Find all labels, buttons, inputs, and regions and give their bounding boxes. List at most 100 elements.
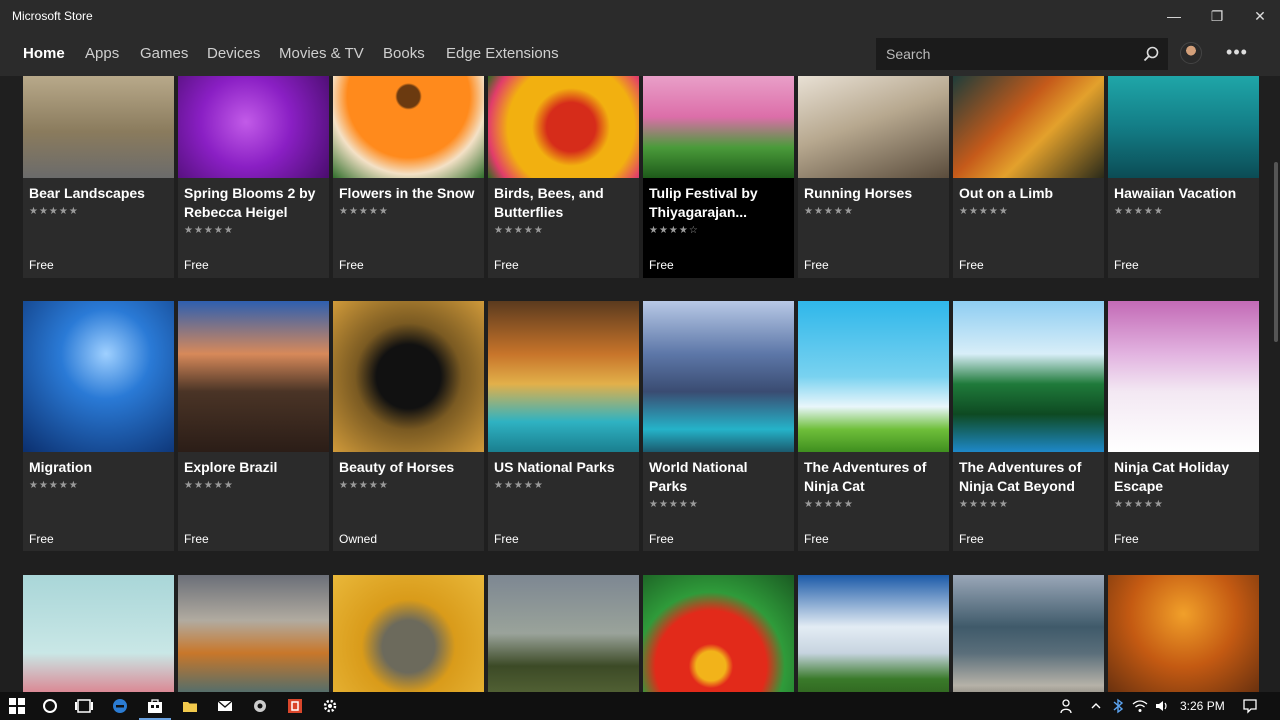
tile-price: Free	[184, 258, 209, 272]
product-tile[interactable]	[178, 575, 329, 692]
app-icon[interactable]	[250, 696, 270, 716]
rating-stars: ★★★★★	[29, 480, 79, 491]
tile-title: World National Parks	[649, 459, 748, 494]
tile-title: Beauty of Horses	[339, 459, 455, 475]
nav-home[interactable]: Home	[23, 45, 65, 62]
product-tile[interactable]: Birds, Bees, and Butterflies ★★★★★ Free	[488, 76, 639, 278]
start-icon[interactable]	[7, 696, 27, 716]
nav-edge-extensions[interactable]: Edge Extensions	[446, 45, 559, 62]
product-tile[interactable]: Spring Blooms 2 by Rebecca Heigel ★★★★★ …	[178, 76, 329, 278]
product-tile[interactable]: Migration ★★★★★ Free	[23, 301, 174, 551]
store-icon[interactable]	[139, 696, 171, 720]
tile-price: Free	[339, 258, 364, 272]
avatar[interactable]	[1180, 42, 1202, 64]
product-tile[interactable]: Ninja Cat Holiday Escape ★★★★★ Free	[1108, 301, 1259, 551]
tile-title: Tulip Festival by Thiyagarajan...	[649, 185, 758, 220]
navigation-bar: Home Apps Games Devices Movies & TV Book…	[0, 32, 1280, 76]
tile-price: Free	[29, 258, 54, 272]
search-box	[876, 38, 1168, 70]
nav-games[interactable]: Games	[140, 45, 188, 62]
more-options-icon[interactable]: •••	[1222, 41, 1252, 65]
tile-thumbnail	[1108, 301, 1259, 452]
tile-title: US National Parks	[494, 459, 615, 475]
product-tile[interactable]: Explore Brazil ★★★★★ Free	[178, 301, 329, 551]
product-tile[interactable]: Beauty of Horses ★★★★★ Owned	[333, 301, 484, 551]
tile-price: Free	[1114, 532, 1139, 546]
product-tile[interactable]	[488, 575, 639, 692]
tile-title: Spring Blooms 2 by Rebecca Heigel	[184, 185, 316, 220]
people-icon[interactable]	[1058, 696, 1078, 716]
tile-price: Free	[494, 532, 519, 546]
app-red-icon[interactable]	[285, 696, 305, 716]
rating-stars: ★★★★★	[184, 480, 234, 491]
vertical-scrollbar[interactable]	[1274, 162, 1278, 342]
tile-thumbnail	[643, 301, 794, 452]
tile-price: Free	[1114, 258, 1139, 272]
product-tile[interactable]: The Adventures of Ninja Cat Beyond ★★★★★…	[953, 301, 1104, 551]
close-icon: ✕	[1254, 7, 1266, 24]
product-tile[interactable]: Tulip Festival by Thiyagarajan... ★★★★☆ …	[643, 76, 794, 278]
tile-title: Out on a Limb	[959, 185, 1054, 201]
chevron-up-icon[interactable]	[1086, 696, 1106, 716]
nav-devices[interactable]: Devices	[207, 45, 260, 62]
mail-icon[interactable]	[215, 696, 235, 716]
product-tile[interactable]	[23, 575, 174, 692]
tile-price: Free	[184, 532, 209, 546]
tile-title: Ninja Cat Holiday Escape	[1114, 459, 1230, 494]
product-tile[interactable]	[953, 575, 1104, 692]
product-tile[interactable]	[333, 575, 484, 692]
tile-price: Free	[649, 532, 674, 546]
product-tile[interactable]	[798, 575, 949, 692]
product-tile[interactable]: Running Horses ★★★★★ Free	[798, 76, 949, 278]
wifi-icon[interactable]	[1130, 696, 1150, 716]
close-button[interactable]: ✕	[1238, 0, 1280, 32]
tile-thumbnail	[798, 301, 949, 452]
tile-thumbnail	[798, 76, 949, 178]
tile-thumbnail	[953, 76, 1104, 178]
window-title: Microsoft Store	[12, 9, 93, 23]
rating-stars: ★★★★★	[29, 206, 79, 217]
product-tile[interactable]	[1108, 575, 1259, 692]
rating-stars: ★★★★★	[494, 225, 544, 236]
product-tile[interactable]: World National Parks ★★★★★ Free	[643, 301, 794, 551]
taskbar: 3:26 PM	[0, 692, 1280, 720]
product-tile[interactable]	[643, 575, 794, 692]
task-view-icon[interactable]	[74, 696, 94, 716]
nav-apps[interactable]: Apps	[85, 45, 119, 62]
tile-title: The Adventures of Ninja Cat Beyond	[959, 459, 1082, 494]
notification-icon[interactable]	[1240, 696, 1260, 716]
product-tile[interactable]: Bear Landscapes ★★★★★ Free	[23, 76, 174, 278]
tile-thumbnail	[1108, 76, 1259, 178]
volume-icon[interactable]	[1152, 696, 1172, 716]
minimize-icon: —	[1167, 8, 1181, 24]
product-tile[interactable]: The Adventures of Ninja Cat ★★★★★ Free	[798, 301, 949, 551]
tile-thumbnail	[178, 301, 329, 452]
product-tile[interactable]: Hawaiian Vacation ★★★★★ Free	[1108, 76, 1259, 278]
rating-stars: ★★★★★	[339, 206, 389, 217]
settings-icon[interactable]	[320, 696, 340, 716]
rating-stars: ★★★★★	[649, 499, 699, 510]
maximize-button[interactable]: ❐	[1195, 0, 1239, 32]
search-input[interactable]	[876, 38, 1136, 70]
tile-title: Migration	[29, 459, 92, 475]
tile-thumbnail	[643, 76, 794, 178]
cortana-icon[interactable]	[40, 696, 60, 716]
clock[interactable]: 3:26 PM	[1180, 699, 1225, 713]
nav-books[interactable]: Books	[383, 45, 425, 62]
search-icon[interactable]	[1142, 45, 1160, 63]
tile-price: Free	[959, 532, 984, 546]
tile-title: The Adventures of Ninja Cat	[804, 459, 927, 494]
nav-movies-tv[interactable]: Movies & TV	[279, 45, 364, 62]
product-tile[interactable]: Out on a Limb ★★★★★ Free	[953, 76, 1104, 278]
tile-price: Free	[804, 258, 829, 272]
rating-stars: ★★★★★	[959, 499, 1009, 510]
tile-title: Bear Landscapes	[29, 185, 145, 201]
file-explorer-icon[interactable]	[180, 696, 200, 716]
rating-stars: ★★★★★	[804, 499, 854, 510]
product-tile[interactable]: US National Parks ★★★★★ Free	[488, 301, 639, 551]
tile-thumbnail	[488, 301, 639, 452]
bluetooth-icon[interactable]	[1108, 696, 1128, 716]
product-tile[interactable]: Flowers in the Snow ★★★★★ Free	[333, 76, 484, 278]
minimize-button[interactable]: —	[1152, 0, 1196, 32]
edge-icon[interactable]	[110, 696, 130, 716]
